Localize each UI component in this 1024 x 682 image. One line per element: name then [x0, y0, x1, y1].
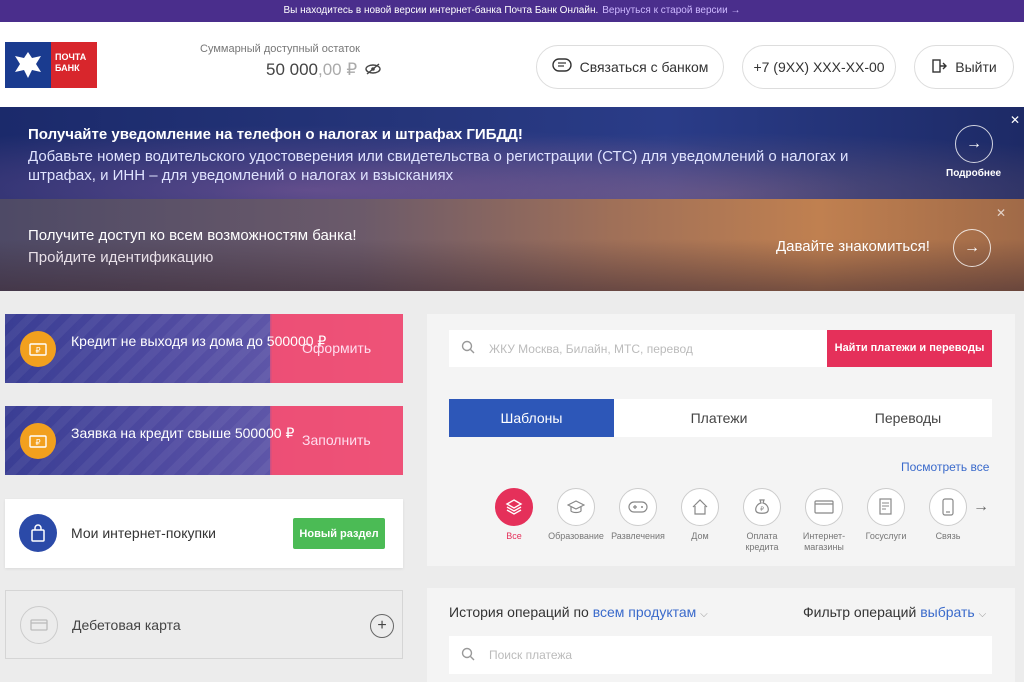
ruble-card-icon: ₽: [20, 331, 56, 367]
payment-categories: Все Образование Развлечения Дом ₽ Оплата…: [483, 488, 979, 553]
chevron-down-icon: ⌵: [700, 609, 708, 620]
version-banner: Вы находитесь в новой версии интернет-ба…: [0, 0, 1024, 22]
add-icon[interactable]: +: [370, 614, 394, 638]
card-icon: [805, 488, 843, 526]
tab-transfers[interactable]: Переводы: [824, 399, 992, 437]
eagle-emblem-icon: [5, 42, 51, 88]
bank-logo[interactable]: ПОЧТА БАНК: [5, 42, 99, 88]
fill-link[interactable]: Заполнить: [302, 432, 371, 448]
document-icon: [867, 488, 905, 526]
home-icon: [681, 488, 719, 526]
history-label: История операций по всем продуктам ⌵: [449, 604, 708, 620]
payments-panel: ЖКУ Москва, Билайн, МТС, перевод Найти п…: [427, 314, 1015, 566]
payment-history-search-input[interactable]: Поиск платежа: [449, 636, 992, 674]
apply-link[interactable]: Оформить: [302, 340, 371, 356]
category-online-shops[interactable]: Интернет-магазины: [793, 488, 855, 553]
promo-access-subtitle: Пройдите идентификацию: [28, 249, 214, 266]
payment-search-input[interactable]: ЖКУ Москва, Билайн, МТС, перевод: [449, 330, 827, 367]
operations-history-panel: История операций по всем продуктам ⌵ Фил…: [427, 588, 1015, 682]
ruble-card-icon: ₽: [20, 423, 56, 459]
debit-card-card[interactable]: Дебетовая карта +: [5, 590, 403, 659]
loan-application-text: Заявка на кредит свыше 500000 ₽: [71, 425, 295, 441]
payment-tabs: Шаблоны Платежи Переводы: [449, 399, 992, 437]
online-purchases-card[interactable]: Мои интернет-покупки Новый раздел: [5, 499, 403, 568]
arrow-right-icon[interactable]: →: [953, 229, 991, 267]
arrow-right-icon[interactable]: →: [973, 498, 989, 516]
shopping-bag-icon: [19, 514, 57, 552]
version-message: Вы находитесь в новой версии интернет-ба…: [283, 5, 599, 16]
logout-icon: [931, 58, 948, 77]
see-all-link[interactable]: Посмотреть все: [901, 460, 989, 474]
search-icon: [461, 340, 475, 357]
balance-dec: ,00 ₽: [318, 60, 358, 79]
loan-offer-text: Кредит не выходя из дома до 500000 ₽: [71, 333, 327, 349]
phone-label: +7 (9XX) XXX-XX-00: [753, 59, 885, 75]
identification-promo-banner: Получите доступ ко всем возможностям бан…: [0, 199, 1024, 291]
filter-select-dropdown[interactable]: выбрать: [920, 604, 975, 620]
loan-application-card[interactable]: ₽ Заявка на кредит свыше 500000 ₽ Заполн…: [5, 406, 403, 475]
category-loan-payment[interactable]: ₽ Оплата кредита: [731, 488, 793, 553]
online-purchases-label: Мои интернет-покупки: [71, 525, 216, 541]
contact-bank-button[interactable]: Связаться с банком: [536, 45, 724, 89]
svg-text:₽: ₽: [760, 506, 764, 513]
find-payments-button[interactable]: Найти платежи и переводы: [827, 330, 992, 367]
search-icon: [461, 647, 475, 664]
get-acquainted-link[interactable]: Давайте знакомиться!: [776, 238, 930, 255]
close-icon[interactable]: ✕: [1010, 113, 1020, 127]
debit-card-label: Дебетовая карта: [72, 617, 181, 633]
category-gov-services[interactable]: Госуслуги: [855, 488, 917, 553]
balance-int: 50 000: [266, 60, 318, 79]
category-communication[interactable]: Связь: [917, 488, 979, 553]
category-all[interactable]: Все: [483, 488, 545, 553]
loan-offer-card[interactable]: ₽ Кредит не выходя из дома до 500000 ₽ О…: [5, 314, 403, 383]
tab-payments[interactable]: Платежи: [614, 399, 824, 437]
category-entertainment[interactable]: Развлечения: [607, 488, 669, 553]
chevron-down-icon: ⌵: [978, 609, 987, 620]
phone-button[interactable]: +7 (9XX) XXX-XX-00: [742, 45, 896, 89]
logo-text: ПОЧТА БАНК: [51, 42, 97, 88]
graduation-cap-icon: [557, 488, 595, 526]
money-bag-icon: ₽: [743, 488, 781, 526]
arrow-right-icon[interactable]: →: [955, 125, 993, 163]
more-link[interactable]: Подробнее: [946, 168, 1001, 179]
logout-label: Выйти: [955, 59, 997, 75]
promo-notify-title: Получайте уведомление на телефон о налог…: [28, 126, 523, 143]
contact-bank-label: Связаться с банком: [579, 59, 709, 75]
operations-filter: Фильтр операций выбрать ⌵: [803, 604, 987, 620]
promo-notify-text: Добавьте номер водительского удостоверен…: [28, 148, 849, 184]
phone-icon: [929, 488, 967, 526]
logout-button[interactable]: Выйти: [914, 45, 1014, 89]
card-icon: [20, 606, 58, 644]
balance-label: Суммарный доступный остаток: [200, 43, 360, 55]
new-section-button[interactable]: Новый раздел: [293, 518, 385, 549]
close-icon[interactable]: ✕: [996, 206, 1006, 220]
gamepad-icon: [619, 488, 657, 526]
eye-hidden-icon[interactable]: [365, 60, 381, 80]
layers-icon: [495, 488, 533, 526]
category-home[interactable]: Дом: [669, 488, 731, 553]
svg-text:₽: ₽: [35, 346, 40, 355]
balance-value: 50 000,00 ₽: [266, 60, 381, 80]
header: ПОЧТА БАНК Суммарный доступный остаток 5…: [0, 22, 1024, 107]
tab-templates[interactable]: Шаблоны: [449, 399, 614, 437]
category-education[interactable]: Образование: [545, 488, 607, 553]
history-search-placeholder: Поиск платежа: [489, 648, 573, 662]
all-products-dropdown[interactable]: всем продуктам: [593, 604, 697, 620]
svg-text:₽: ₽: [35, 438, 40, 447]
chat-icon: [551, 57, 572, 77]
notification-promo-banner: Получайте уведомление на телефон о налог…: [0, 107, 1024, 199]
old-version-link[interactable]: Вернуться к старой версии →: [602, 5, 740, 16]
search-placeholder: ЖКУ Москва, Билайн, МТС, перевод: [489, 341, 693, 356]
promo-access-title: Получите доступ ко всем возможностям бан…: [28, 227, 357, 244]
